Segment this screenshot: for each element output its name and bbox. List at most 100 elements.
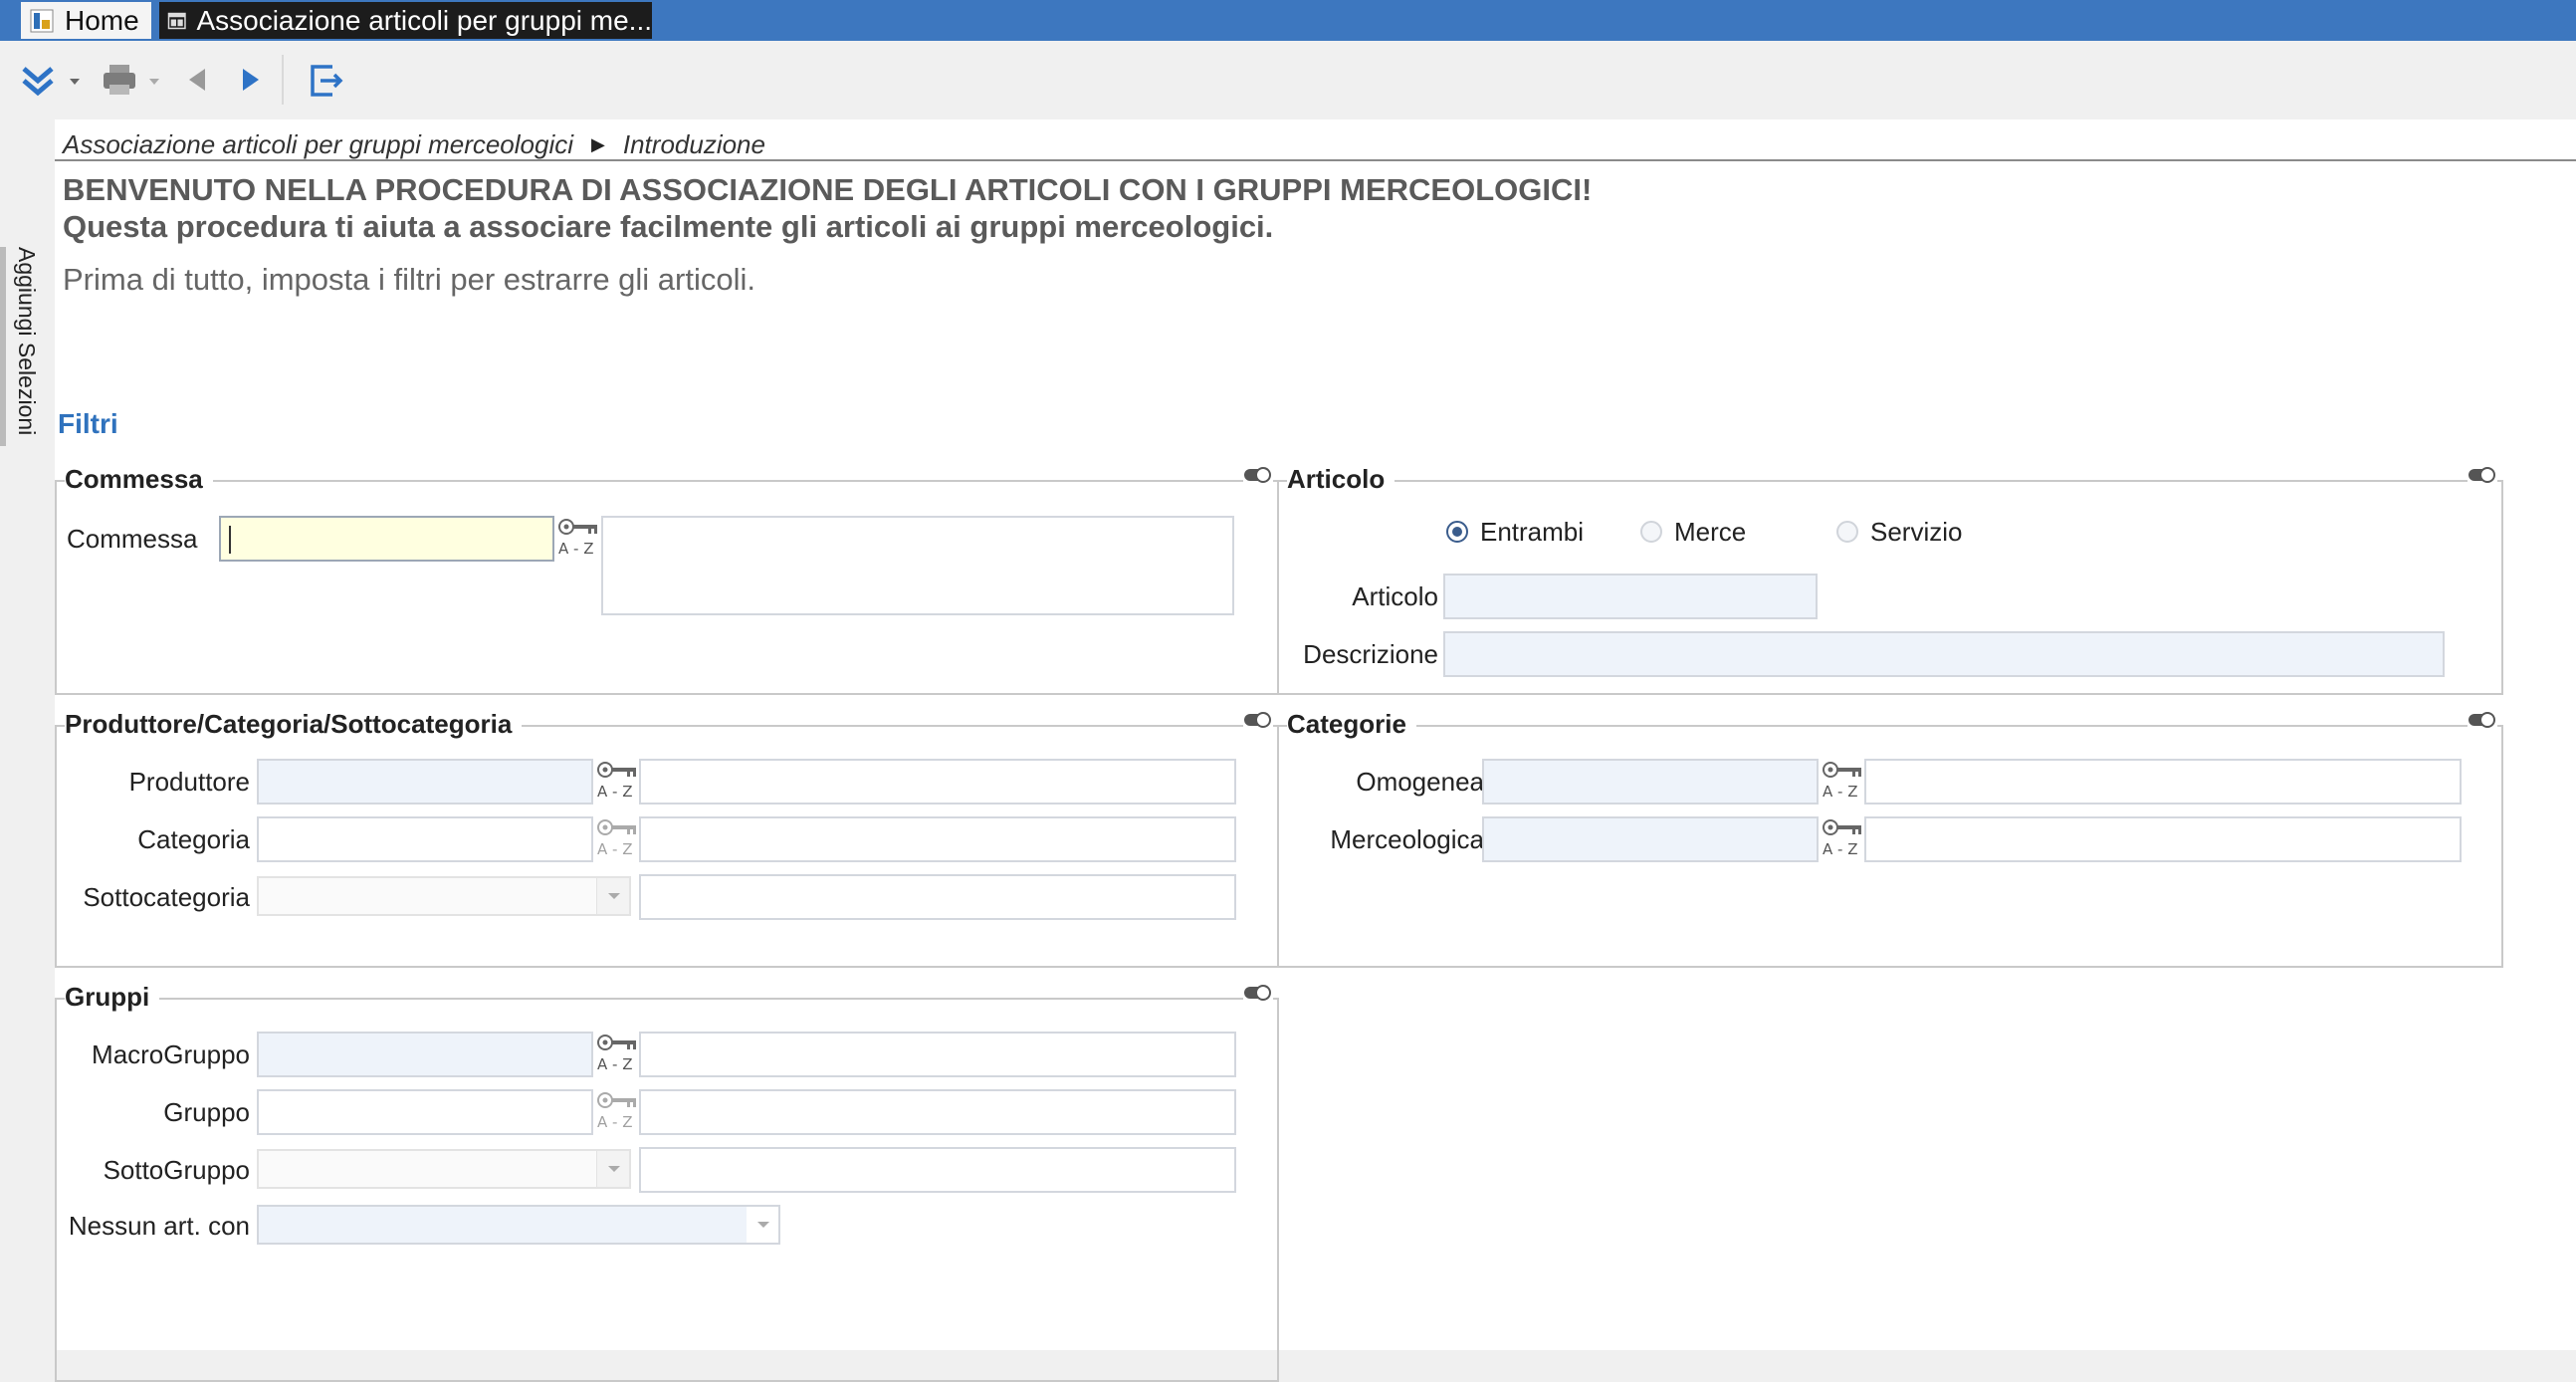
breadcrumb: Associazione articoli per gruppi merceol… <box>63 125 765 163</box>
svg-text:A - Z: A - Z <box>597 840 633 858</box>
breadcrumb-item-current: Introduzione <box>622 128 765 159</box>
side-tab-marker <box>0 247 6 446</box>
tab-associazione[interactable]: Associazione articoli per gruppi me... <box>159 2 652 39</box>
collapse-toggle-icon[interactable] <box>2468 711 2497 729</box>
breadcrumb-divider <box>55 159 2576 161</box>
welcome-instruction: Prima di tutto, imposta i filtri per est… <box>63 262 755 297</box>
tab-associazione-label: Associazione articoli per gruppi me... <box>196 4 652 36</box>
radio-entrambi-label: Entrambi <box>1480 517 1585 547</box>
sottocategoria-label: Sottocategoria <box>83 882 250 912</box>
collapse-toggle-icon[interactable] <box>1243 466 1273 484</box>
merceologica-label: Merceologica <box>1330 824 1484 854</box>
commessa-group-title: Commessa <box>65 463 213 495</box>
gruppo-description <box>639 1089 1236 1135</box>
nessun-art-select[interactable] <box>257 1205 780 1245</box>
gruppi-group: Gruppi MacroGruppo A - Z Gruppo A - Z So… <box>55 981 1279 1382</box>
sottocategoria-select[interactable] <box>257 876 631 916</box>
radio-selected-icon <box>1446 521 1468 543</box>
key-az-lookup-icon[interactable]: A - Z <box>1821 759 1864 805</box>
svg-text:A - Z: A - Z <box>597 783 633 801</box>
svg-text:A - Z: A - Z <box>558 540 594 558</box>
produttore-group-title: Produttore/Categoria/Sottocategoria <box>65 708 523 740</box>
key-az-lookup-icon[interactable]: A - Z <box>595 1089 639 1135</box>
welcome-heading: BENVENUTO NELLA PROCEDURA DI ASSOCIAZION… <box>63 172 1593 207</box>
tab-home-label: Home <box>65 4 139 36</box>
commessa-input[interactable] <box>219 516 554 562</box>
key-az-lookup-icon[interactable]: A - Z <box>595 816 639 862</box>
gruppi-group-title: Gruppi <box>65 981 160 1013</box>
aggiungi-selezioni-tab[interactable]: Aggiungi Selezioni <box>12 247 42 446</box>
commessa-label: Commessa <box>67 524 198 554</box>
radio-unselected-icon <box>1640 521 1662 543</box>
articolo-group: Articolo Entrambi Merce Servizio Articol… <box>1279 463 2503 695</box>
expand-all-icon <box>22 67 80 97</box>
breadcrumb-item[interactable]: Associazione articoli per gruppi merceol… <box>63 129 573 160</box>
chevron-down-icon <box>596 878 629 914</box>
back-button[interactable] <box>179 55 215 105</box>
articolo-input[interactable] <box>1443 574 1818 619</box>
categorie-group: Categorie Omogenea A - Z Merceologica A … <box>1279 708 2503 968</box>
sottogruppo-description <box>639 1147 1236 1193</box>
categoria-label: Categoria <box>137 824 250 854</box>
expand-all-button[interactable] <box>14 55 84 105</box>
collapse-toggle-icon[interactable] <box>1243 711 1273 729</box>
gruppo-label: Gruppo <box>163 1097 250 1127</box>
filters-title: Filtri <box>58 408 118 439</box>
sottogruppo-select[interactable] <box>257 1149 631 1189</box>
produttore-input[interactable] <box>257 759 593 805</box>
radio-unselected-icon <box>1836 521 1858 543</box>
omogenea-label: Omogenea <box>1356 767 1484 797</box>
svg-text:A - Z: A - Z <box>1823 840 1858 858</box>
omogenea-input[interactable] <box>1482 759 1819 805</box>
commessa-group: Commessa Commessa A - Z <box>55 463 1279 695</box>
exit-button[interactable] <box>305 55 348 105</box>
produttore-label: Produttore <box>128 767 250 797</box>
toolbar <box>0 41 2576 119</box>
print-icon <box>104 65 159 95</box>
nessun-art-label: Nessun art. con <box>68 1211 250 1241</box>
merceologica-input[interactable] <box>1482 816 1819 862</box>
welcome-subheading: Questa procedura ti aiuta a associare fa… <box>63 209 1274 244</box>
toolbar-separator <box>282 55 284 105</box>
omogenea-description <box>1864 759 2462 805</box>
macrogruppo-description <box>639 1032 1236 1077</box>
produttore-description <box>639 759 1236 805</box>
key-az-lookup-icon[interactable]: A - Z <box>556 516 600 562</box>
forward-button[interactable] <box>233 55 269 105</box>
exit-icon <box>311 65 343 97</box>
gruppo-input[interactable] <box>257 1089 593 1135</box>
descrizione-input[interactable] <box>1443 631 2445 677</box>
chevron-down-icon <box>747 1207 778 1243</box>
radio-merce-label: Merce <box>1674 517 1747 547</box>
tab-home[interactable]: Home <box>21 2 151 39</box>
key-az-lookup-icon[interactable]: A - Z <box>595 1032 639 1077</box>
print-button[interactable] <box>100 55 169 105</box>
svg-text:A - Z: A - Z <box>1823 783 1858 801</box>
side-panel: Aggiungi Selezioni <box>0 119 57 1350</box>
macrogruppo-label: MacroGruppo <box>92 1039 250 1069</box>
merceologica-description <box>1864 816 2462 862</box>
main-panel: Associazione articoli per gruppi merceol… <box>55 119 2576 1382</box>
radio-merce[interactable]: Merce <box>1640 514 1746 550</box>
window-titlebar: Home Associazione articoli per gruppi me… <box>0 0 2576 41</box>
collapse-toggle-icon[interactable] <box>2468 466 2497 484</box>
categorie-group-title: Categorie <box>1287 708 1416 740</box>
app-logo-icon <box>30 9 54 32</box>
svg-text:A - Z: A - Z <box>597 1113 633 1131</box>
key-az-lookup-icon[interactable]: A - Z <box>1821 816 1864 862</box>
descrizione-label: Descrizione <box>1303 639 1438 669</box>
back-icon <box>189 69 205 91</box>
macrogruppo-input[interactable] <box>257 1032 593 1077</box>
sottogruppo-label: SottoGruppo <box>103 1155 250 1185</box>
radio-servizio[interactable]: Servizio <box>1836 514 1962 550</box>
svg-text:A - Z: A - Z <box>597 1055 633 1073</box>
commessa-description <box>601 516 1234 615</box>
breadcrumb-separator-icon: ▶ <box>591 133 605 154</box>
chevron-down-icon <box>596 1151 629 1187</box>
sottocategoria-description <box>639 874 1236 920</box>
radio-entrambi[interactable]: Entrambi <box>1446 514 1584 550</box>
categoria-input[interactable] <box>257 816 593 862</box>
key-az-lookup-icon[interactable]: A - Z <box>595 759 639 805</box>
produttore-group: Produttore/Categoria/Sottocategoria Prod… <box>55 708 1279 968</box>
collapse-toggle-icon[interactable] <box>1243 984 1273 1002</box>
